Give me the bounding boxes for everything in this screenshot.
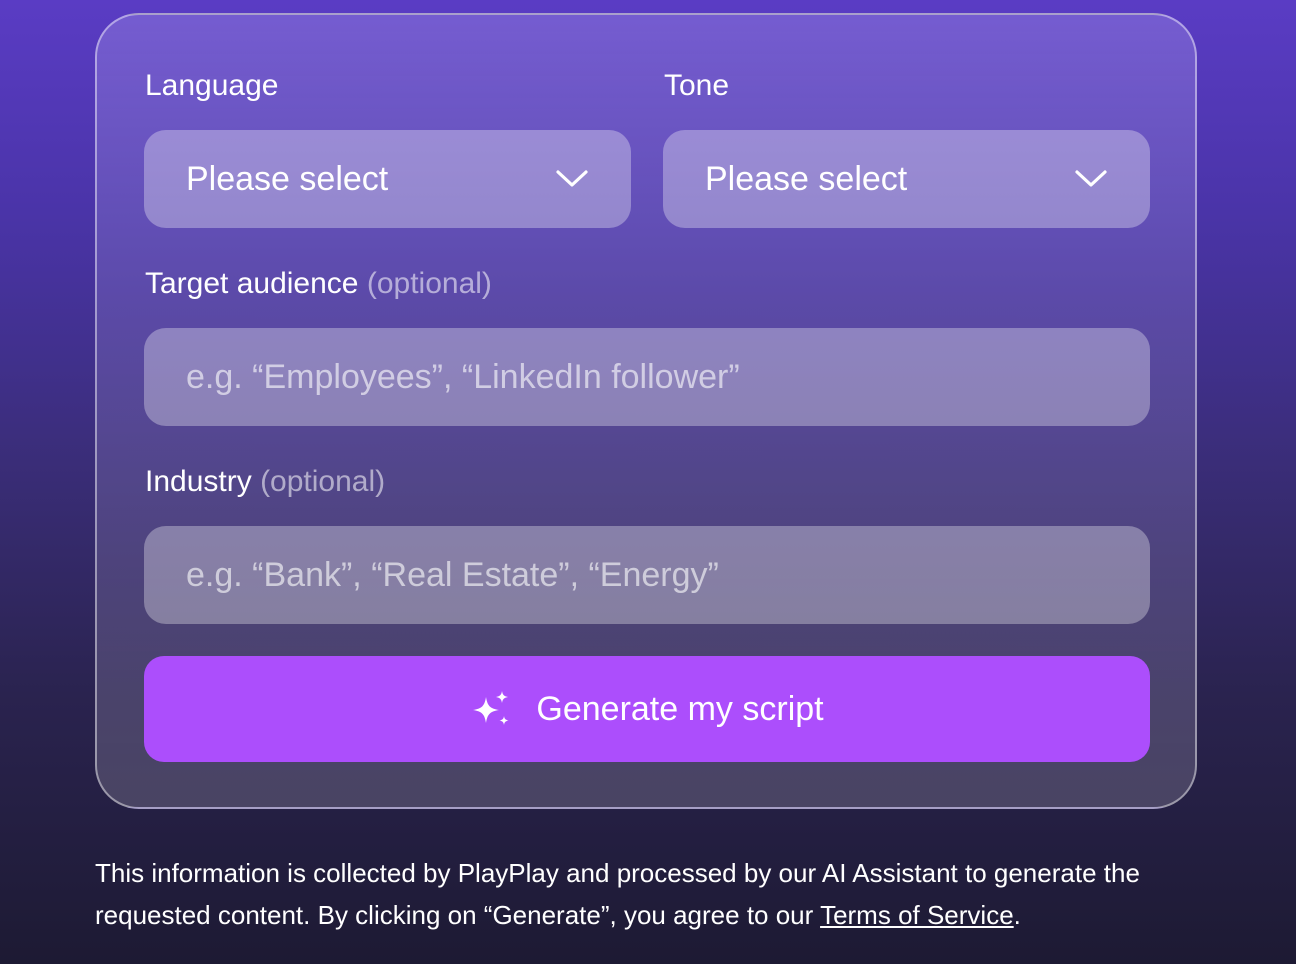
language-select[interactable]: Please select (144, 130, 631, 228)
industry-placeholder: e.g. “Bank”, “Real Estate”, “Energy” (186, 555, 719, 594)
chevron-down-icon (556, 170, 588, 187)
tone-label: Tone (664, 68, 729, 104)
tone-label-text: Tone (664, 69, 730, 102)
tone-select[interactable]: Please select (663, 130, 1150, 228)
optional-hint: (optional) (260, 465, 386, 498)
generate-script-button[interactable]: Generate my script (144, 656, 1150, 762)
target-audience-label: Target audience (optional) (145, 266, 492, 302)
optional-hint: (optional) (366, 267, 492, 300)
target-audience-placeholder: e.g. “Employees”, “LinkedIn follower” (186, 357, 740, 396)
tone-select-value: Please select (705, 159, 908, 198)
terms-of-service-link[interactable]: Terms of Service (820, 900, 1014, 930)
sparkle-icon (473, 691, 509, 725)
language-label: Language (145, 68, 278, 104)
language-select-value: Please select (186, 159, 389, 198)
disclaimer-period: . (1013, 900, 1021, 930)
chevron-down-icon (1075, 170, 1107, 187)
target-audience-input[interactable]: e.g. “Employees”, “LinkedIn follower” (144, 328, 1150, 426)
target-audience-label-text: Target audience (145, 267, 359, 300)
industry-label-text: Industry (145, 465, 252, 498)
industry-input[interactable]: e.g. “Bank”, “Real Estate”, “Energy” (144, 526, 1150, 624)
generate-script-label: Generate my script (536, 689, 824, 728)
language-label-text: Language (145, 69, 279, 102)
privacy-disclaimer: This information is collected by PlayPla… (95, 852, 1205, 936)
industry-label: Industry (optional) (145, 464, 385, 500)
